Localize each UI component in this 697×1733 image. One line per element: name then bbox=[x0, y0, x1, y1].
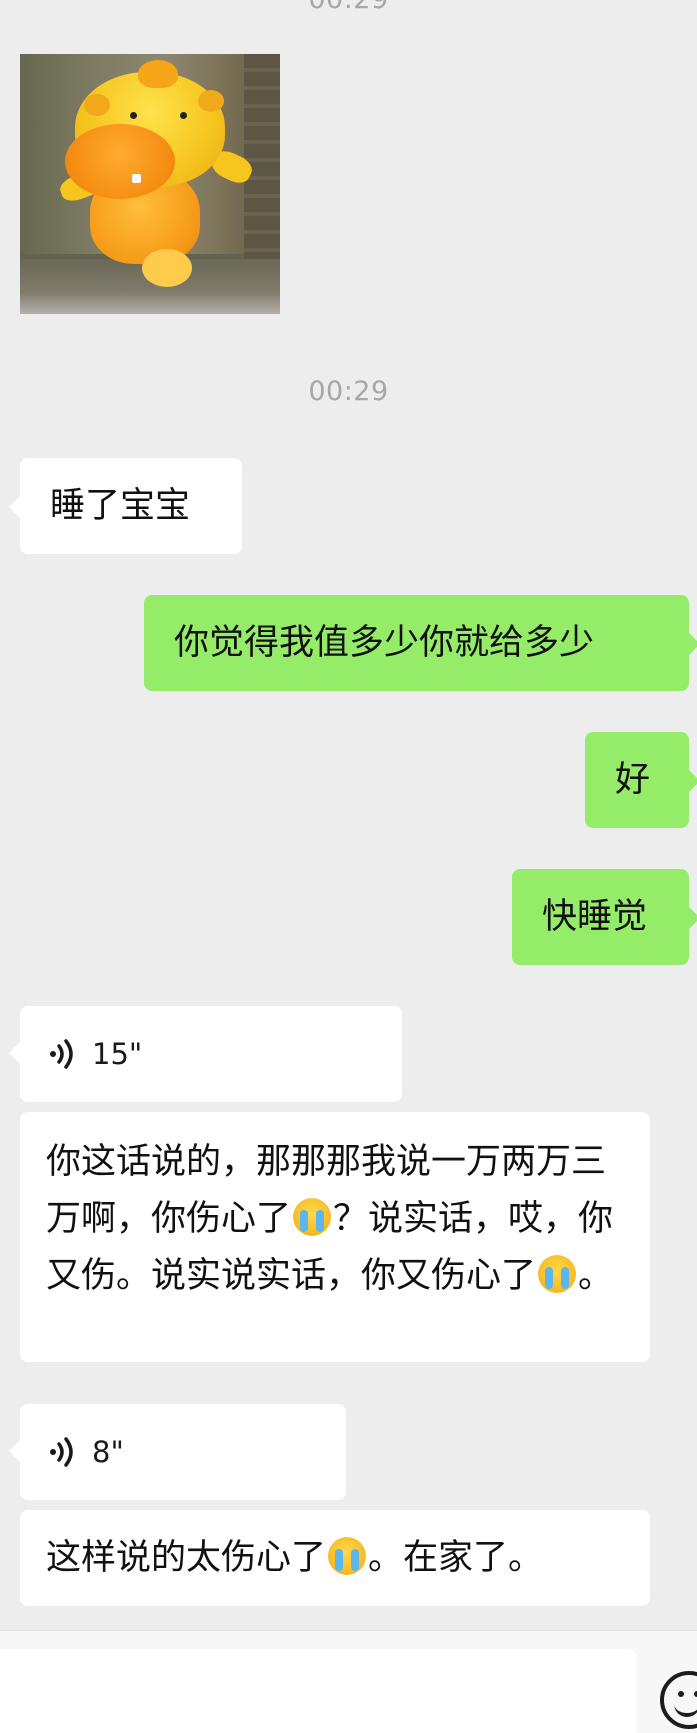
voice-message[interactable]: 8" bbox=[9, 1404, 346, 1500]
message-text: 睡了宝宝 bbox=[50, 486, 191, 526]
voice-wave-icon bbox=[50, 1039, 73, 1069]
message-input[interactable] bbox=[0, 1649, 636, 1733]
crying-emoji-icon bbox=[293, 1198, 332, 1236]
voice-duration: 15" bbox=[92, 1037, 143, 1071]
message-bubble-right[interactable]: 你觉得我值多少你就给多少 bbox=[144, 595, 697, 691]
voice-wave-icon bbox=[50, 1437, 73, 1467]
transcript-text: 。 bbox=[578, 1256, 614, 1296]
message-bubble-right[interactable]: 快睡觉 bbox=[512, 869, 697, 965]
input-bar bbox=[0, 1630, 697, 1733]
sticker-image[interactable] bbox=[20, 54, 280, 314]
timestamp-top: 00:29 bbox=[0, 0, 697, 15]
message-text: 你觉得我值多少你就给多少 bbox=[174, 623, 595, 663]
transcript-text: 这样说的太伤心了 bbox=[46, 1537, 327, 1578]
timestamp: 00:29 bbox=[308, 376, 389, 407]
crying-emoji-icon bbox=[328, 1536, 367, 1575]
voice-transcript[interactable]: 你这话说的，那那那我说一万两万三万啊，你伤心了 ？说实话，哎，你又伤。说实说实话，… bbox=[20, 1112, 650, 1362]
message-text: 快睡觉 bbox=[542, 897, 648, 937]
message-bubble-left[interactable]: 睡了宝宝 bbox=[9, 458, 242, 554]
voice-duration: 8" bbox=[92, 1435, 124, 1469]
message-bubble-right[interactable]: 好 bbox=[585, 732, 697, 828]
message-text: 好 bbox=[615, 760, 651, 800]
crying-emoji-icon bbox=[538, 1255, 577, 1293]
voice-message[interactable]: 15" bbox=[9, 1006, 402, 1102]
transcript-text: 。在家了。 bbox=[368, 1537, 544, 1578]
voice-transcript[interactable]: 这样说的太伤心了 。在家了。 bbox=[20, 1510, 650, 1606]
emoji-button-icon[interactable] bbox=[660, 1671, 697, 1729]
